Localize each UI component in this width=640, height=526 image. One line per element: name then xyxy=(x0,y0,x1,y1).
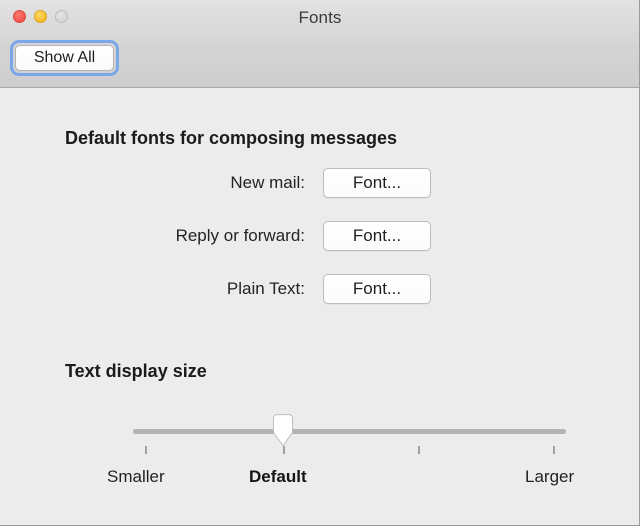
slider-tick-3 xyxy=(418,446,420,454)
slider-label-larger: Larger xyxy=(525,467,575,486)
slider-tick-marks xyxy=(0,446,639,456)
plain-text-label: Plain Text: xyxy=(226,279,305,298)
show-all-button[interactable]: Show All xyxy=(15,45,114,71)
preferences-content: Default fonts for composing messages New… xyxy=(0,89,639,525)
show-all-focus-ring: Show All xyxy=(10,40,119,76)
slider-labels: Smaller Default Larger xyxy=(0,467,639,493)
row-new-mail: New mail: Font... xyxy=(0,168,639,198)
slider-thumb-shape xyxy=(273,414,293,447)
slider-tick-2 xyxy=(283,446,285,454)
reply-or-forward-font-button[interactable]: Font... xyxy=(323,221,431,251)
fonts-preferences-window: Fonts Show All Default fonts for composi… xyxy=(0,0,640,526)
text-display-size-heading: Text display size xyxy=(65,361,207,381)
row-plain-text: Plain Text: Font... xyxy=(0,274,639,304)
text-display-size-slider[interactable]: Smaller Default Larger xyxy=(0,409,639,519)
slider-tick-4 xyxy=(553,446,555,454)
reply-or-forward-label: Reply or forward: xyxy=(175,226,305,245)
slider-label-smaller: Smaller xyxy=(107,467,165,486)
default-fonts-heading: Default fonts for composing messages xyxy=(65,128,398,148)
slider-track[interactable] xyxy=(133,429,566,434)
row-reply-or-forward: Reply or forward: Font... xyxy=(0,221,639,251)
window-title: Fonts xyxy=(298,8,342,27)
new-mail-label: New mail: xyxy=(230,173,305,192)
plain-text-font-button[interactable]: Font... xyxy=(323,274,431,304)
slider-label-default: Default xyxy=(249,467,307,486)
new-mail-font-button[interactable]: Font... xyxy=(323,168,431,198)
slider-thumb[interactable] xyxy=(271,414,295,447)
window-titlebar: Fonts Show All xyxy=(0,0,639,88)
slider-tick-1 xyxy=(145,446,147,454)
